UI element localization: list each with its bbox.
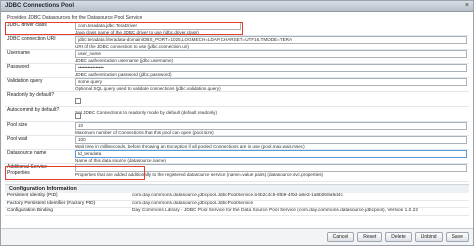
close-icon[interactable]: × (465, 2, 469, 10)
password-help: JDBC authentication password (jdbc.passw… (75, 71, 172, 77)
jdbc-connection-uri-label: JDBC connection URI (7, 36, 56, 42)
config-row-pid: Persistent Identity (PID) com.day.common… (5, 193, 469, 201)
config-row-binding: Configuration Binding Day Commons Librar… (5, 208, 469, 216)
config-pid-value: com.day.commons.datasource.jdbcpool.Jdbc… (132, 193, 343, 198)
pool-size-help: Maximum number of Connections that this … (75, 129, 214, 135)
datasource-name-input[interactable]: td_teradata (75, 150, 467, 158)
dialog-title: JDBC Connections Pool (5, 3, 75, 9)
validation-query-help: Optional SQL query used to validate conn… (75, 85, 221, 91)
row-autocommit-default: Autocommit by default? Set JDBC Connecti… (5, 107, 469, 130)
readonly-default-checkbox[interactable] (75, 98, 81, 105)
datasource-name-label: Datasource name (7, 150, 47, 156)
pool-wait-input[interactable]: 100 (75, 136, 467, 144)
config-row-factory-pid: Factory Persistent Identifier (Factory P… (5, 200, 469, 208)
row-datasource-name: Datasource name td_teradata Name of this… (5, 150, 469, 164)
config-binding-key: Configuration Binding (7, 208, 53, 213)
row-password: Password •••••••••••••••• JDBC authentic… (5, 64, 469, 78)
button-bar: Cancel Reset Delete Unbind Save (1, 228, 473, 245)
pool-wait-label: Pool wait (7, 136, 28, 142)
dialog-description: Provides JDBC Datasources for the Dataso… (7, 15, 143, 21)
row-username: Username user_name JDBC authentication u… (5, 50, 469, 64)
titlebar: JDBC Connections Pool × (1, 1, 473, 12)
username-help: JDBC authentication username (jdbc.usern… (75, 57, 174, 63)
configuration-information-heading: Configuration Information (5, 184, 469, 193)
jdbc-connections-pool-dialog: JDBC Connections Pool × Provides JDBC Da… (0, 0, 474, 246)
driver-class-highlight-box (5, 22, 243, 35)
validation-query-input[interactable]: some query (75, 78, 467, 86)
jdbc-connection-uri-help: URI of the JDBC connection to use (jdbc.… (75, 43, 189, 49)
datasource-name-highlight-box (5, 166, 145, 180)
save-button[interactable]: Save (445, 232, 469, 242)
pool-size-input[interactable]: 10 (75, 122, 467, 130)
validation-query-label: Validation query (7, 78, 43, 84)
password-label: Password (7, 64, 29, 70)
unbind-button[interactable]: Unbind (414, 232, 443, 242)
jdbc-connection-uri-input[interactable]: jdbc:teradata://teradata-domain/DBS_PORT… (75, 36, 467, 44)
delete-button[interactable]: Delete (385, 232, 412, 242)
row-validation-query: Validation query some query Optional SQL… (5, 78, 469, 92)
row-pool-wait: Pool wait 100 Wait time in milliseconds,… (5, 136, 469, 150)
readonly-default-label: Readonly by default? (7, 92, 54, 98)
pool-wait-help: Wait time in milliseconds, before throwi… (75, 143, 305, 149)
config-factory-pid-value: com.day.commons.datasource.jdbcpool.Jdbc… (132, 200, 254, 206)
row-pool-size: Pool size 10 Maximum number of Connectio… (5, 122, 469, 136)
config-pid-key: Persistent Identity (PID) (7, 193, 58, 198)
row-jdbc-connection-uri: JDBC connection URI jdbc:teradata://tera… (5, 36, 469, 50)
autocommit-default-label: Autocommit by default? (7, 107, 60, 113)
username-input[interactable]: user_name (75, 50, 467, 58)
config-binding-value: Day Commons Library - JDBC Pool Service … (132, 208, 418, 213)
config-factory-pid-key: Factory Persistent Identifier (Factory P… (7, 200, 96, 206)
datasource-name-help: Name of this data source (datasource.nam… (75, 157, 166, 163)
config-form: JDBC driver class com.teradata.jdbc.Tera… (5, 22, 469, 182)
cancel-button[interactable]: Cancel (326, 232, 355, 242)
password-input[interactable]: •••••••••••••••• (75, 64, 467, 72)
pool-size-label: Pool size (7, 122, 28, 128)
autocommit-default-checkbox[interactable] (75, 113, 81, 120)
username-label: Username (7, 50, 31, 56)
reset-button[interactable]: Reset (357, 232, 383, 242)
row-readonly-default: Readonly by default? Set JDBC Connection… (5, 92, 469, 115)
